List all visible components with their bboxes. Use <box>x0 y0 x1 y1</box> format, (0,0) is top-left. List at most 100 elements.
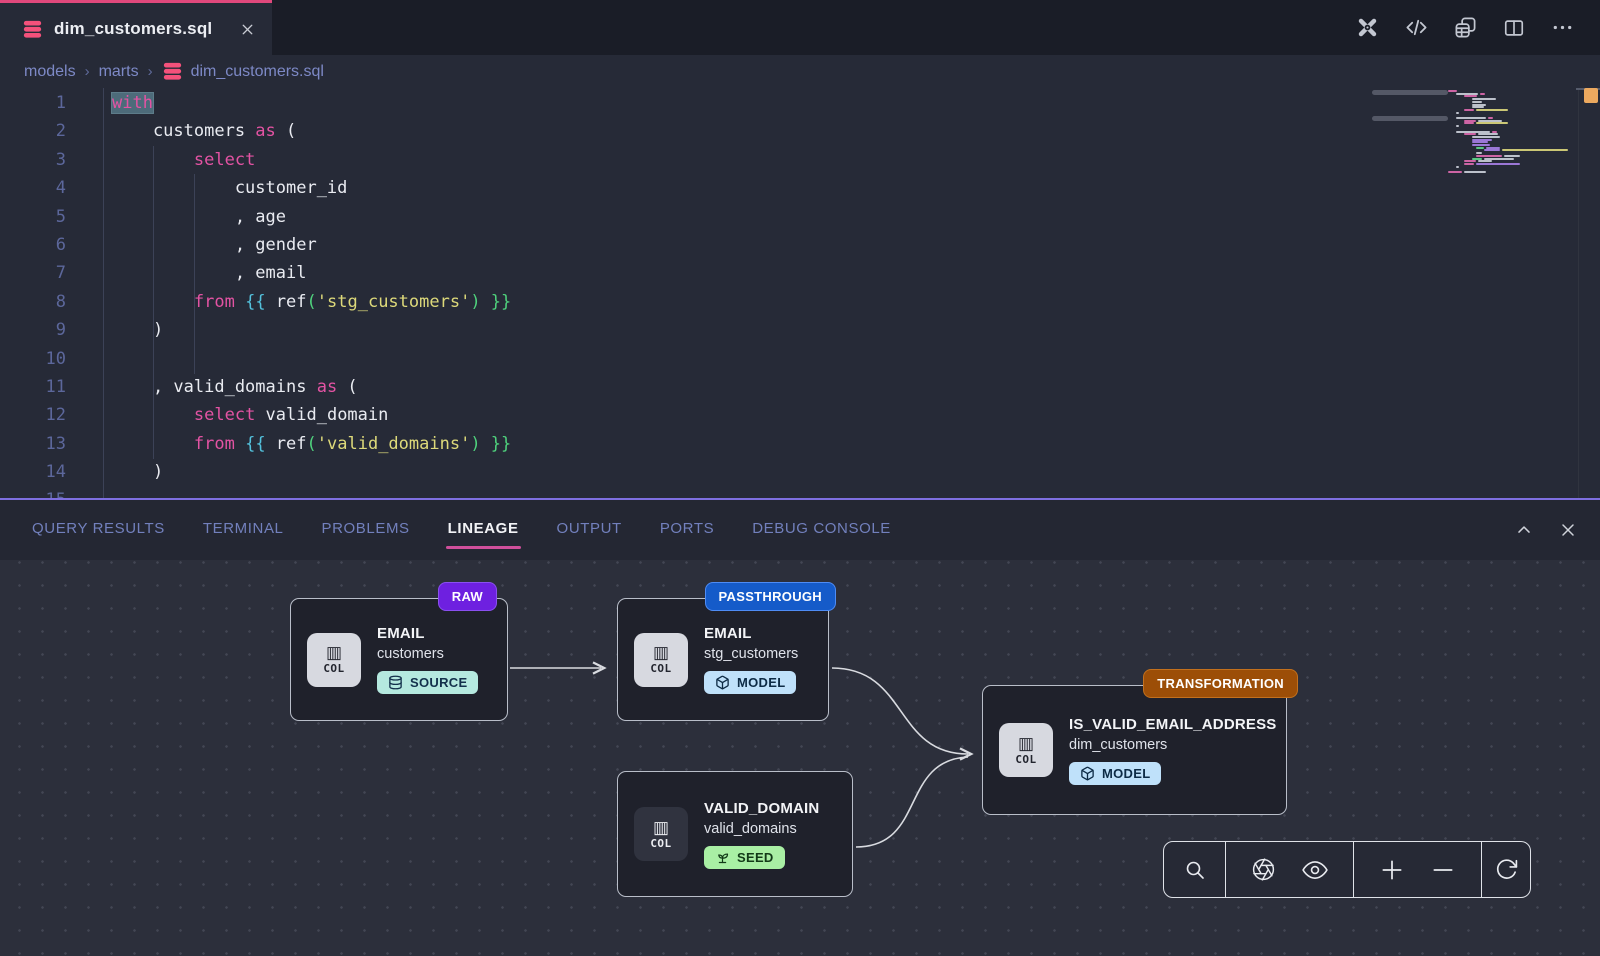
lineage-node-valid_domains[interactable]: ▥COLVALID_DOMAINvalid_domainsSEED <box>617 771 853 897</box>
lineage-node-dim_customers[interactable]: TRANSFORMATION▥COLIS_VALID_EMAIL_ADDRESS… <box>982 685 1287 815</box>
code-line[interactable]: 14 ) <box>0 458 511 486</box>
refresh-icon[interactable] <box>1494 857 1519 882</box>
minimap-line <box>1472 141 1488 143</box>
resource-badge-model[interactable]: MODEL <box>704 671 796 694</box>
panel-tab-query-results[interactable]: QUERY RESULTS <box>32 512 165 549</box>
collapse-panel-icon[interactable] <box>1514 520 1534 540</box>
line-content: from {{ ref('stg_customers') }} <box>66 288 511 316</box>
minimap-line <box>1476 122 1508 124</box>
panel-tabs: QUERY RESULTS TERMINAL PROBLEMS LINEAGE OUTP… <box>0 512 891 549</box>
code-icon[interactable] <box>1405 16 1428 39</box>
node-model-name: dim_customers <box>1069 737 1167 753</box>
code-line[interactable]: 8 from {{ ref('stg_customers') }} <box>0 288 511 316</box>
breadcrumb-item-dim_customers-sql[interactable]: dim_customers.sql <box>162 62 324 81</box>
lineage-node-stg_customers[interactable]: PASSTHROUGH▥COLEMAILstg_customersMODEL <box>617 598 829 721</box>
minimap-line <box>1456 131 1490 133</box>
code-line[interactable]: 4 customer_id <box>0 174 511 202</box>
minimap-line <box>1464 171 1486 173</box>
resource-badge-model[interactable]: MODEL <box>1069 762 1161 785</box>
line-number: 7 <box>0 259 66 287</box>
code-line[interactable]: 6 , gender <box>0 231 511 259</box>
panel-tab-problems[interactable]: PROBLEMS <box>322 512 410 549</box>
tab-dim-customers[interactable]: dim_customers.sql <box>0 0 272 55</box>
resource-badge-source[interactable]: SOURCE <box>377 671 478 694</box>
line-number: 6 <box>0 231 66 259</box>
minimap-line <box>1472 136 1500 138</box>
column-chip-label: COL <box>1015 753 1036 766</box>
line-content: select <box>66 146 255 174</box>
minimap-line <box>1476 147 1484 149</box>
panel-tab-ports[interactable]: PORTS <box>660 512 714 549</box>
panel-tab-lineage[interactable]: LINEAGE <box>448 512 519 549</box>
columns-icon: ▥ <box>326 644 342 661</box>
code-line[interactable]: 3 select <box>0 146 511 174</box>
breadcrumb-item-models[interactable]: models <box>24 63 76 81</box>
code-line[interactable]: 1with <box>0 89 511 117</box>
close-tab-icon[interactable] <box>239 21 256 38</box>
editor-actions <box>1356 0 1600 55</box>
line-number: 4 <box>0 174 66 202</box>
breadcrumb-item-marts[interactable]: marts <box>99 63 139 81</box>
code-line[interactable]: 10 <box>0 345 511 373</box>
line-number: 14 <box>0 458 66 486</box>
aperture-icon[interactable] <box>1251 857 1276 882</box>
panel-tab-debug-console[interactable]: DEBUG CONSOLE <box>752 512 891 549</box>
code-line[interactable]: 9 ) <box>0 316 511 344</box>
code-line[interactable]: 15 <box>0 486 511 498</box>
column-chip: ▥COL <box>634 807 688 861</box>
extension-icon[interactable] <box>1356 16 1379 39</box>
code-line[interactable]: 11 , valid_domains as ( <box>0 373 511 401</box>
breadcrumb-label: marts <box>99 63 139 81</box>
line-number: 1 <box>0 89 66 117</box>
lineage-node-customers[interactable]: RAW▥COLEMAILcustomersSOURCE <box>290 598 508 721</box>
code-line[interactable]: 2 customers as ( <box>0 117 511 145</box>
line-content: , email <box>66 259 306 287</box>
more-icon[interactable] <box>1551 16 1574 39</box>
tab-title: dim_customers.sql <box>54 19 212 39</box>
code-line[interactable]: 13 from {{ ref('valid_domains') }} <box>0 430 511 458</box>
line-content: customer_id <box>66 174 347 202</box>
resource-badge-seed[interactable]: SEED <box>704 846 785 869</box>
columns-icon: ▥ <box>653 644 669 661</box>
code-line[interactable]: 12 select valid_domain <box>0 401 511 429</box>
search-icon[interactable] <box>1183 858 1207 882</box>
zoom-in-icon[interactable] <box>1379 857 1405 883</box>
minimap-line <box>1472 98 1496 100</box>
resource-badge-label: MODEL <box>1102 766 1150 781</box>
minimap-line <box>1472 106 1484 108</box>
minimap-line <box>1464 95 1477 97</box>
line-number: 15 <box>0 486 66 498</box>
lineage-canvas[interactable]: RAW▥COLEMAILcustomersSOURCE PASSTHROUGH▥C… <box>0 560 1600 956</box>
panel-controls <box>1514 520 1600 540</box>
line-content: ) <box>66 458 163 486</box>
minimap-line <box>1502 149 1568 151</box>
code-editor[interactable]: 1with2 customers as (3 select4 customer_… <box>0 88 1600 498</box>
line-content: customers as ( <box>66 117 296 145</box>
cube-icon <box>1080 766 1095 781</box>
line-content: , valid_domains as ( <box>66 373 358 401</box>
copy-table-icon[interactable] <box>1454 16 1477 39</box>
code-line[interactable]: 5 , age <box>0 203 511 231</box>
breadcrumb: models›marts›dim_customers.sql <box>0 55 1600 88</box>
minimap-line <box>1456 166 1459 168</box>
database-icon <box>22 20 43 39</box>
split-editor-icon[interactable] <box>1503 17 1525 39</box>
breadcrumb-separator: › <box>85 63 90 80</box>
code-line[interactable]: 7 , email <box>0 259 511 287</box>
minimap-line <box>1464 133 1476 135</box>
minimap-line <box>1464 160 1476 162</box>
panel-tab-terminal[interactable]: TERMINAL <box>203 512 284 549</box>
columns-icon: ▥ <box>653 819 669 836</box>
eye-icon[interactable] <box>1302 857 1328 883</box>
line-content: with <box>66 89 153 117</box>
minimap[interactable] <box>1448 90 1578 290</box>
node-column-name: VALID_DOMAIN <box>704 800 819 817</box>
minimap-line <box>1472 158 1482 160</box>
editor-tab-bar: dim_customers.sql <box>0 0 1600 55</box>
minimap-line <box>1456 117 1486 119</box>
panel-tab-output[interactable]: OUTPUT <box>557 512 622 549</box>
line-number: 10 <box>0 345 66 373</box>
line-content <box>66 345 112 373</box>
close-panel-icon[interactable] <box>1558 520 1578 540</box>
zoom-out-icon[interactable] <box>1430 857 1456 883</box>
